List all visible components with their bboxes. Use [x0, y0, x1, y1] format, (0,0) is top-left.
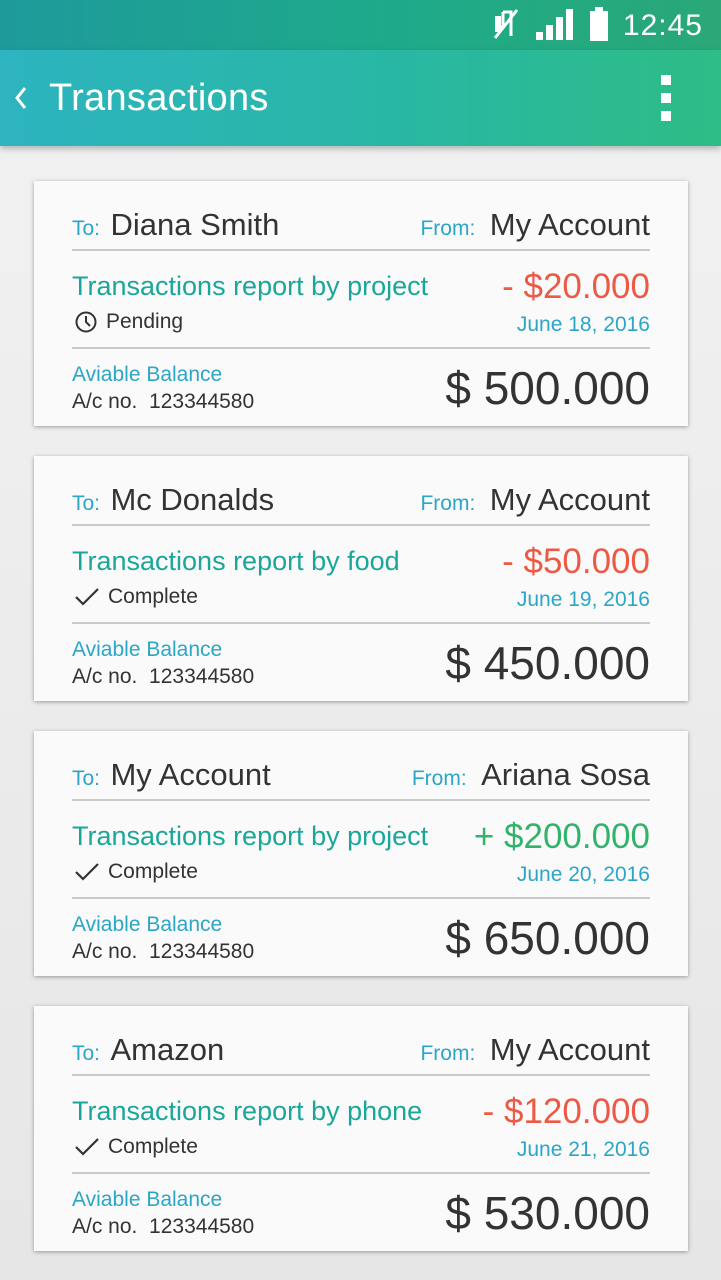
- signal-icon: [535, 8, 575, 45]
- status-indicator: Complete: [74, 860, 198, 884]
- recipient-name: Diana Smith: [110, 207, 280, 242]
- transaction-details: Transactions report by project Complete …: [72, 817, 650, 899]
- report-title: Transactions report by project: [72, 271, 429, 301]
- status-indicator: Complete: [74, 585, 198, 609]
- transaction-date: June 18, 2016: [516, 313, 650, 336]
- transaction-details: Transactions report by food Complete - $…: [72, 542, 650, 624]
- report-title: Transactions report by project: [72, 821, 429, 851]
- balance-label: Aviable Balance: [72, 913, 223, 936]
- transaction-date: June 20, 2016: [516, 863, 650, 886]
- account-number: A/c no. 123344580: [72, 1215, 255, 1238]
- transaction-card[interactable]: To: Amazon From: My Account Transactions…: [34, 1006, 688, 1251]
- balance-label: Aviable Balance: [72, 363, 223, 386]
- app-bar: Transactions: [0, 50, 721, 146]
- to-label: To:: [72, 767, 101, 790]
- balance-section: Aviable Balance A/c no. 123344580 $ 650.…: [72, 907, 650, 967]
- status-text: Pending: [106, 310, 184, 333]
- account-number: A/c no. 123344580: [72, 665, 255, 688]
- from-label: From:: [420, 217, 476, 240]
- status-icons: 12:45: [491, 6, 703, 46]
- balance-amount: $ 530.000: [445, 1187, 650, 1239]
- transfer-parties: To: Amazon From: My Account: [72, 1030, 650, 1076]
- transaction-details: Transactions report by phone Complete - …: [72, 1092, 650, 1174]
- chevron-left-icon: [15, 87, 27, 109]
- transaction-date: June 21, 2016: [516, 1138, 650, 1161]
- sender-name: My Account: [489, 207, 650, 242]
- recipient-name: Mc Donalds: [110, 482, 275, 517]
- status-text: Complete: [108, 1135, 198, 1158]
- account-number: A/c no. 123344580: [72, 940, 255, 963]
- balance-label: Aviable Balance: [72, 638, 223, 661]
- balance-section: Aviable Balance A/c no. 123344580 $ 530.…: [72, 1182, 650, 1242]
- overflow-menu-button[interactable]: [651, 74, 681, 122]
- status-indicator: Complete: [74, 1135, 198, 1159]
- transaction-amount: - $120.000: [482, 1092, 650, 1131]
- report-title: Transactions report by food: [72, 546, 400, 576]
- check-icon: [75, 863, 99, 881]
- transaction-card[interactable]: To: Diana Smith From: My Account Transac…: [34, 181, 688, 426]
- to-label: To:: [72, 1042, 101, 1065]
- balance-amount: $ 650.000: [445, 912, 650, 964]
- to-label: To:: [72, 492, 101, 515]
- from-label: From:: [420, 1042, 476, 1065]
- to-label: To:: [72, 217, 101, 240]
- transaction-amount: + $200.000: [473, 817, 650, 856]
- recipient-name: Amazon: [110, 1032, 225, 1067]
- recipient-name: My Account: [110, 757, 271, 792]
- mute-icon: [491, 8, 521, 45]
- page-title: Transactions: [49, 77, 269, 119]
- status-bar: 12:45: [0, 0, 721, 50]
- status-indicator: Pending: [74, 310, 183, 334]
- status-text: Complete: [108, 860, 198, 883]
- transaction-amount: - $20.000: [502, 267, 650, 306]
- battery-icon: [589, 6, 609, 46]
- sender-name: My Account: [489, 1032, 650, 1067]
- account-number: A/c no. 123344580: [72, 390, 255, 413]
- transaction-amount: - $50.000: [502, 542, 650, 581]
- clock-icon: [75, 311, 97, 333]
- balance-label: Aviable Balance: [72, 1188, 223, 1211]
- more-vert-icon: [661, 75, 671, 85]
- transaction-details: Transactions report by project Pending -…: [72, 267, 650, 349]
- transfer-parties: To: Mc Donalds From: My Account: [72, 480, 650, 526]
- transaction-date: June 19, 2016: [516, 588, 650, 611]
- transaction-card[interactable]: To: My Account From: Ariana Sosa Transac…: [34, 731, 688, 976]
- from-label: From:: [411, 767, 467, 790]
- transaction-card[interactable]: To: Mc Donalds From: My Account Transact…: [34, 456, 688, 701]
- balance-section: Aviable Balance A/c no. 123344580 $ 500.…: [72, 357, 650, 417]
- check-icon: [75, 588, 99, 606]
- report-title: Transactions report by phone: [72, 1096, 423, 1126]
- balance-section: Aviable Balance A/c no. 123344580 $ 450.…: [72, 632, 650, 692]
- status-text: Complete: [108, 585, 198, 608]
- balance-amount: $ 500.000: [445, 362, 650, 414]
- from-label: From:: [420, 492, 476, 515]
- check-icon: [75, 1138, 99, 1156]
- screen: 12:45 Transactions To: Diana Smith From:…: [0, 0, 721, 1280]
- sender-name: My Account: [489, 482, 650, 517]
- sender-name: Ariana Sosa: [481, 757, 650, 792]
- status-time: 12:45: [622, 9, 703, 42]
- transfer-parties: To: My Account From: Ariana Sosa: [72, 755, 650, 801]
- back-button[interactable]: [6, 74, 36, 122]
- balance-amount: $ 450.000: [445, 637, 650, 689]
- transfer-parties: To: Diana Smith From: My Account: [72, 205, 650, 251]
